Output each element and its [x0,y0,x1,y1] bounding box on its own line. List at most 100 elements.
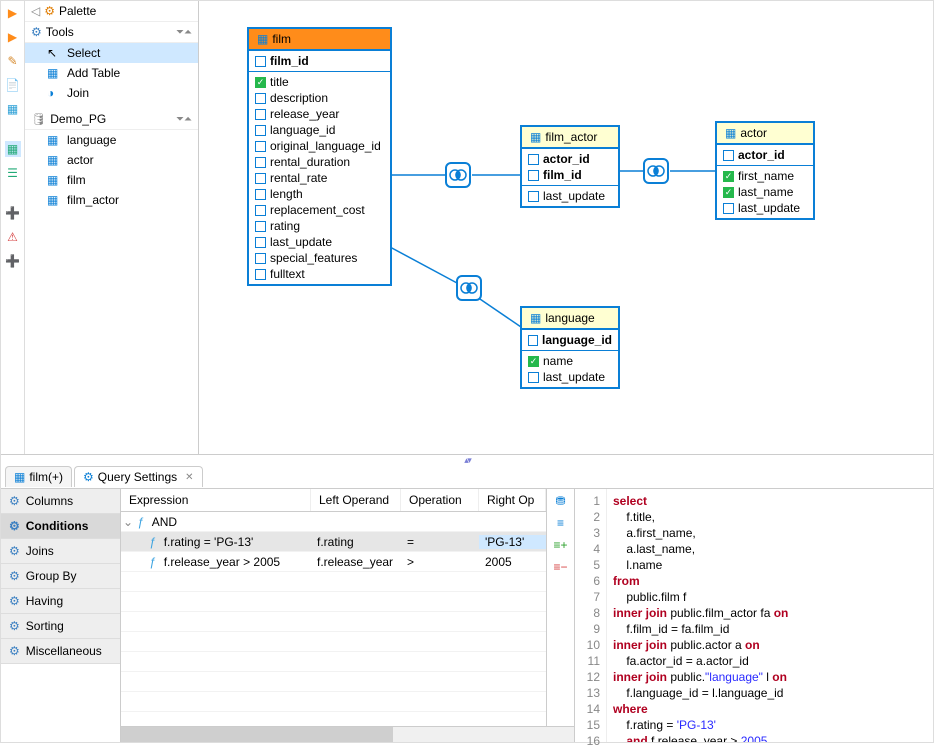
filter-icon[interactable]: ⛃ [552,493,570,509]
list-icon[interactable]: ☰ [5,165,21,181]
doc-icon[interactable]: 📄 [5,77,21,93]
column-release_year[interactable]: release_year [253,106,386,122]
database-icon: 🛢 [31,112,46,126]
settings-columns[interactable]: ⚙Columns [1,489,120,514]
column-replacement_cost[interactable]: replacement_cost [253,202,386,218]
gear-icon: ⚙ [9,494,20,508]
table-icon: ▦ [530,130,541,144]
align-icon[interactable]: ≡ [552,515,570,531]
checkbox-icon[interactable] [255,237,266,248]
db-table-language[interactable]: ▦language [25,130,198,150]
sql-code[interactable]: select f.title, a.first_name, a.last_nam… [607,489,933,742]
condition-row[interactable]: ƒf.release_year > 2005f.release_year>200… [121,552,546,572]
add-db-icon[interactable]: ➕ [5,253,21,269]
grid-view-icon[interactable]: ▦ [5,141,21,157]
settings-joins[interactable]: ⚙Joins [1,539,120,564]
column-fulltext[interactable]: fulltext [253,266,386,282]
tab-film[interactable]: ▦film(+) [5,466,72,487]
checkbox-icon[interactable] [255,221,266,232]
checkbox-icon[interactable] [255,189,266,200]
palette-icon: ⚙ [44,4,55,18]
gear-icon: ⚙ [9,544,20,558]
column-last_update[interactable]: last_update [526,369,614,385]
condition-row[interactable]: ƒf.rating = 'PG-13'f.rating='PG-13' [121,532,546,552]
db-table-actor[interactable]: ▦actor [25,150,198,170]
tab-query-settings[interactable]: ⚙Query Settings✕ [74,466,203,487]
run-plus-icon[interactable]: ▶ [5,29,21,45]
join-node-filmactor-actor[interactable] [643,158,669,184]
join-node-film-filmactor[interactable] [445,162,471,188]
column-last_name[interactable]: ✓last_name [721,184,809,200]
table-icon: ▦ [47,133,61,147]
column-description[interactable]: description [253,90,386,106]
checkbox-icon[interactable] [255,269,266,280]
checkbox-icon[interactable] [528,191,539,202]
checkbox-icon[interactable] [528,372,539,383]
column-last_update[interactable]: last_update [253,234,386,250]
close-icon[interactable]: ✕ [185,472,193,483]
add-sheet-icon[interactable]: ➕ [5,205,21,221]
checkbox-icon[interactable] [255,93,266,104]
join-node-film-language[interactable] [456,275,482,301]
grid-icon[interactable]: ▦ [5,101,21,117]
settings-conditions[interactable]: ⚙Conditions [1,514,120,539]
column-last_update[interactable]: last_update [721,200,809,216]
column-rental_duration[interactable]: rental_duration [253,154,386,170]
entity-actor[interactable]: ▦actor actor_id ✓first_name✓last_namelas… [715,121,815,220]
edit-icon[interactable]: ✎ [5,53,21,69]
horizontal-scrollbar[interactable] [121,726,574,742]
column-name[interactable]: ✓name [526,353,614,369]
gear-icon: ⚙ [9,594,20,608]
settings-icon: ⚙ [83,470,94,484]
tools-header[interactable]: ⚙ Tools ⏷⏶ [25,22,198,43]
checkbox-icon[interactable]: ✓ [528,356,539,367]
gear-icon: ⚙ [9,569,20,583]
checkbox-icon[interactable]: ✓ [723,171,734,182]
column-language_id[interactable]: language_id [253,122,386,138]
checkbox-icon[interactable] [723,203,734,214]
settings-sorting[interactable]: ⚙Sorting [1,614,120,639]
column-first_name[interactable]: ✓first_name [721,168,809,184]
db-table-film_actor[interactable]: ▦film_actor [25,190,198,210]
entity-film-actor[interactable]: ▦film_actor actor_id film_id last_update [520,125,620,208]
checkbox-icon[interactable] [255,157,266,168]
add-condition-icon[interactable]: ≡+ [552,537,570,553]
checkbox-icon[interactable] [255,173,266,184]
checkbox-icon[interactable] [255,125,266,136]
table-icon: ▦ [47,193,61,207]
db-table-film[interactable]: ▦film [25,170,198,190]
remove-condition-icon[interactable]: ≡− [552,559,570,575]
checkbox-icon[interactable] [255,109,266,120]
entity-language[interactable]: ▦language language_id ✓namelast_update [520,306,620,389]
settings-sidebar: ⚙Columns⚙Conditions⚙Joins⚙Group By⚙Havin… [1,489,121,742]
splitter[interactable]: ▴ ▾ [1,455,933,465]
tool-add-table[interactable]: ▦ Add Table [25,63,198,83]
checkbox-icon[interactable]: ✓ [723,187,734,198]
column-rating[interactable]: rating [253,218,386,234]
checkbox-icon[interactable] [255,141,266,152]
run-icon[interactable]: ▶ [5,5,21,21]
column-rental_rate[interactable]: rental_rate [253,170,386,186]
palette-title: Palette [59,4,96,18]
table-icon: ▦ [257,32,268,46]
entity-film[interactable]: ▦film film_id ✓titledescriptionrelease_y… [247,27,392,286]
palette-header[interactable]: ◁ ⚙ Palette [25,1,198,22]
column-last_update[interactable]: last_update [526,188,614,204]
column-original_language_id[interactable]: original_language_id [253,138,386,154]
column-title[interactable]: ✓title [253,74,386,90]
checkbox-icon[interactable] [255,253,266,264]
tool-join[interactable]: ◑ Join [25,83,198,103]
settings-having[interactable]: ⚙Having [1,589,120,614]
settings-group-by[interactable]: ⚙Group By [1,564,120,589]
expand-icon: ⏷⏶ [176,27,192,38]
checkbox-icon[interactable] [255,205,266,216]
settings-miscellaneous[interactable]: ⚙Miscellaneous [1,639,120,664]
column-length[interactable]: length [253,186,386,202]
diagram-canvas[interactable]: ▦film film_id ✓titledescriptionrelease_y… [199,1,933,454]
db-header[interactable]: 🛢 Demo_PG ⏷⏶ [25,109,198,130]
gear-icon: ⚙ [9,519,20,533]
warn-icon[interactable]: ⚠ [5,229,21,245]
checkbox-icon[interactable]: ✓ [255,77,266,88]
column-special_features[interactable]: special_features [253,250,386,266]
tool-select[interactable]: ↖ Select [25,43,198,63]
